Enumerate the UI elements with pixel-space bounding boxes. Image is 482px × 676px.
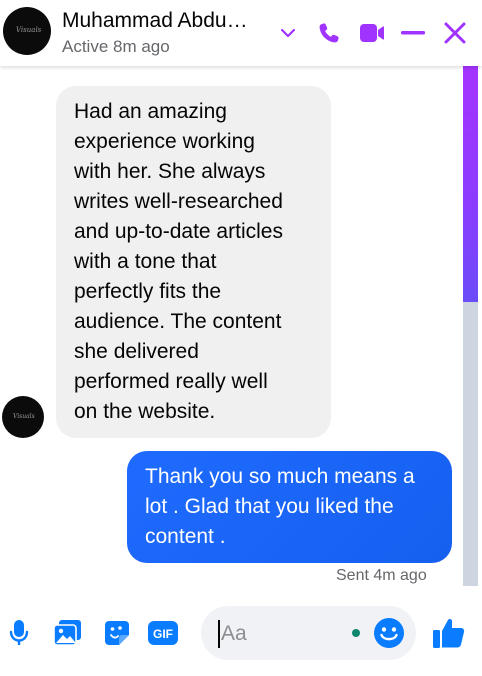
chat-header: Visuals Muhammad Abdu… Active 8m ago	[0, 0, 482, 66]
message-line: and up-to-date articles	[74, 220, 283, 243]
message-line: Had an amazing	[74, 100, 227, 123]
message-line: on the website.	[74, 400, 216, 423]
message-line: audience. The content	[74, 310, 282, 333]
image-icon[interactable]	[51, 616, 85, 650]
message-line: perfectly fits the	[74, 280, 222, 303]
emoji-icon[interactable]	[372, 616, 406, 650]
contact-status: Active 8m ago	[62, 37, 170, 56]
gif-icon[interactable]: GIF	[146, 616, 180, 650]
message-line: with a tone that	[74, 250, 217, 273]
contact-avatar[interactable]: Visuals	[3, 7, 51, 55]
message-line: with her. She always	[74, 160, 266, 183]
message-line: she delivered	[74, 340, 199, 363]
close-icon[interactable]	[440, 18, 470, 48]
phone-icon[interactable]	[314, 18, 344, 48]
chevron-down-icon[interactable]	[273, 18, 303, 48]
sticker-icon[interactable]	[100, 616, 134, 650]
outgoing-message-bubble[interactable]: Thank you so much means a lot . Glad tha…	[127, 451, 452, 563]
scrollbar-thumb[interactable]	[463, 66, 478, 302]
minimize-icon[interactable]	[398, 18, 428, 48]
online-indicator	[352, 629, 360, 637]
microphone-icon[interactable]	[2, 616, 36, 650]
avatar-text: Visuals	[13, 413, 35, 420]
message-line: experience working	[74, 130, 255, 153]
like-icon[interactable]	[432, 616, 466, 650]
avatar-text: Visuals	[16, 26, 42, 34]
contact-name[interactable]: Muhammad Abdu…	[62, 9, 248, 33]
message-line: writes well-researched	[74, 190, 283, 213]
message-line: lot . Glad that you liked the	[145, 495, 394, 518]
message-input[interactable]	[218, 620, 338, 648]
message-line: Thank you so much means a	[145, 465, 415, 488]
gif-label: GIF	[153, 627, 173, 641]
message-line: performed really well	[74, 370, 268, 393]
sender-avatar[interactable]: Visuals	[2, 396, 44, 438]
incoming-message-bubble[interactable]: Had an amazing experience working with h…	[56, 86, 331, 438]
message-line: content .	[145, 525, 226, 548]
sent-status: Sent 4m ago	[336, 567, 427, 584]
video-icon[interactable]	[357, 18, 387, 48]
